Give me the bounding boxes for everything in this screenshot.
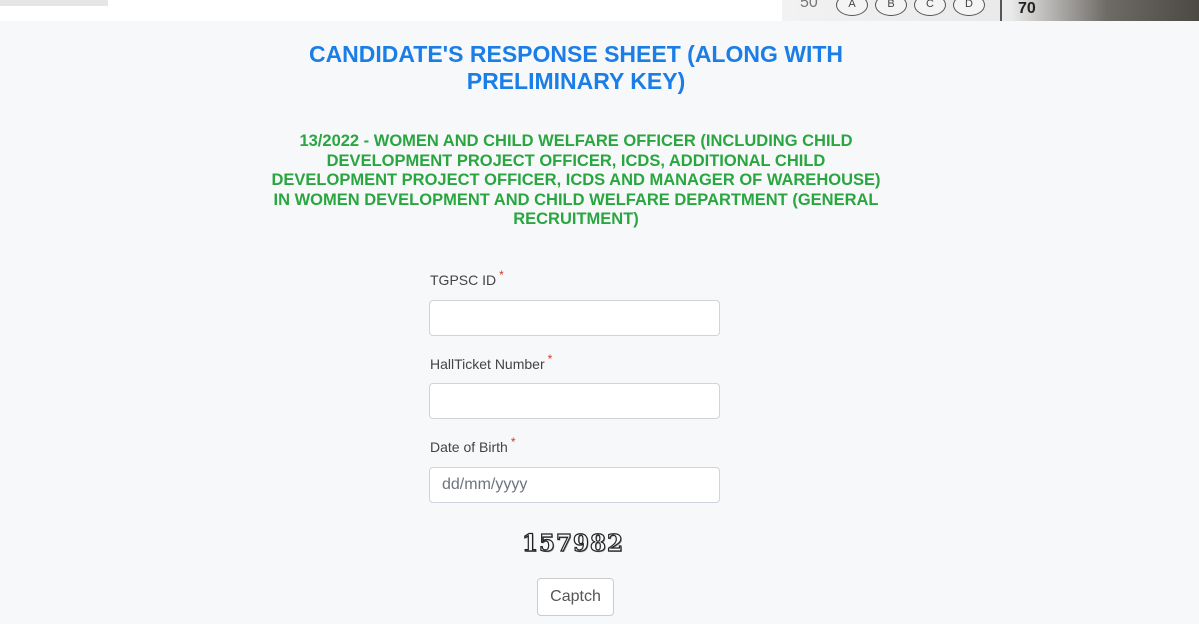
hallticket-input[interactable] bbox=[429, 383, 720, 419]
hallticket-label: HallTicket Number * bbox=[430, 352, 552, 372]
top-banner: 50 A B C D 70 bbox=[0, 0, 1199, 21]
banner-divider bbox=[1000, 0, 1002, 21]
dob-input[interactable] bbox=[429, 467, 720, 503]
banner-side-number: 70 bbox=[1018, 0, 1036, 17]
required-marker: * bbox=[547, 352, 553, 366]
captcha-image: 157982 bbox=[521, 529, 625, 557]
banner-corner bbox=[0, 0, 108, 6]
tgpsc-id-input[interactable] bbox=[429, 300, 720, 336]
hallticket-label-text: HallTicket Number bbox=[430, 356, 545, 372]
exam-subtitle: 13/2022 - WOMEN AND CHILD WELFARE OFFICE… bbox=[271, 132, 881, 228]
dob-label: Date of Birth * bbox=[430, 435, 516, 455]
required-marker: * bbox=[499, 268, 504, 282]
banner-number: 50 bbox=[800, 0, 818, 11]
dob-label-text: Date of Birth bbox=[430, 439, 508, 455]
tgpsc-id-label: TGPSC ID * bbox=[430, 268, 504, 288]
required-marker: * bbox=[510, 435, 516, 449]
page-title: CANDIDATE'S RESPONSE SHEET (ALONG WITH P… bbox=[308, 41, 844, 94]
tgpsc-id-label-text: TGPSC ID bbox=[430, 272, 497, 288]
captcha-button[interactable]: Captch bbox=[537, 578, 614, 616]
